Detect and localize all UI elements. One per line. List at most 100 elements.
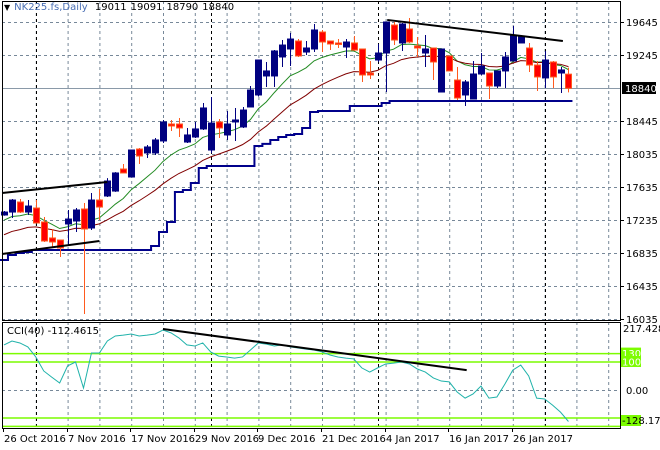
candle-body [240,109,247,128]
candle-bullish [502,52,509,88]
candle-body [176,123,183,129]
price-tick-label: 19645 [626,18,658,29]
candle-body [216,121,223,129]
candle-body [494,70,501,87]
dropdown-triangle-icon[interactable]: ▼ [4,3,10,12]
candle-bullish [383,21,390,93]
candle-body [399,23,406,44]
candle-bearish [176,118,183,138]
candle-body [311,29,318,50]
candle-body [327,40,334,45]
candle-bullish [144,144,151,158]
candle-body [88,199,95,229]
candle-bullish [247,86,254,108]
candle-body [17,201,24,213]
cci-min-label: -128.170 [622,416,660,427]
cci-header: CCI(40) -112.4615 [7,326,99,337]
candle-bearish [534,60,541,92]
candle-body [168,123,175,127]
candle-body [542,59,549,79]
candle-bullish [224,111,231,140]
candle-bullish [510,26,517,62]
candle-bullish [192,121,199,139]
candle-bullish [184,127,191,144]
candle-body [430,47,437,63]
candle-bearish [295,39,302,57]
candle-bearish [136,147,143,164]
candle-bearish [335,39,342,48]
stop-line [0,99,573,262]
candle-body [208,122,215,151]
current-price-label: 18840 [625,84,657,95]
candle-bullish [208,97,215,153]
candle-body [96,199,103,208]
cci-value: -112.4615 [47,326,99,337]
cci-max-label: 217.4287 [623,324,660,335]
trendline[interactable] [1,181,108,195]
candle-bearish [446,55,453,72]
price-tick-label: 16435 [626,282,658,293]
candle-body [152,139,159,154]
price-tick-label: 19245 [626,51,658,62]
candle-bullish [303,41,310,55]
candle-body [486,72,493,87]
candle-bullish [279,40,286,68]
candle-bullish [542,50,549,88]
candle-body [565,73,572,89]
price-tick-label: 16835 [626,249,658,260]
price-tick-label: 17235 [626,216,658,227]
candle-bullish [287,33,294,67]
candle-body [200,107,207,130]
candle-bullish [558,67,565,93]
candle-bullish [462,80,469,106]
candle-bullish [152,138,159,156]
candle-bearish [49,228,56,247]
candle-body [303,47,310,53]
candle-body [192,128,199,138]
price-tick-label: 18445 [626,117,658,128]
candle-body [446,55,453,72]
date-tick-label: 29 Nov 2016 [195,434,259,445]
candle-body [422,48,429,54]
candle-bullish [240,106,247,128]
cci-line [3,329,569,422]
cci-panel [2,327,620,428]
candle-bearish [319,29,326,53]
date-tick-label: 7 Nov 2016 [68,434,126,445]
candle-bullish [200,102,207,131]
candle-bullish [104,178,111,197]
candle-body [414,45,421,49]
date-tick-label: 16 Jan 2017 [449,434,509,445]
candle-body [263,70,270,77]
candle-body [526,47,533,66]
candle-body [271,50,278,77]
date-tick-label: 4 Jan 2017 [386,434,440,445]
trendline[interactable] [387,18,564,42]
date-tick-label: 26 Oct 2016 [4,434,66,445]
candle-body [41,221,48,242]
candle-body [232,119,239,123]
candle-body [391,24,398,41]
candle-body [184,134,191,143]
price-tick-label: 17635 [626,183,658,194]
candle-body [255,59,262,96]
candle-bearish [216,118,223,139]
candle-body [478,65,485,75]
panel-frames [2,1,621,429]
candle-body [319,31,326,43]
candle-body [351,42,358,51]
candle-bearish [120,163,127,174]
candle-bullish [399,22,406,51]
candle-body [295,40,302,57]
candle-body [375,52,382,61]
candle-body [81,208,88,230]
chart-header: ▼ NK225.fs,Daily 19011 19091 18790 18840 [4,2,238,13]
ohlc-high: 19091 [130,2,163,13]
candle-bullish [311,23,318,53]
candle-bearish [359,48,366,82]
cci-zero-label: 0.00 [626,386,648,397]
candle-body [9,199,16,213]
candle-bearish [351,35,358,51]
candle-bearish [550,60,557,88]
candle-bullish [160,119,167,144]
